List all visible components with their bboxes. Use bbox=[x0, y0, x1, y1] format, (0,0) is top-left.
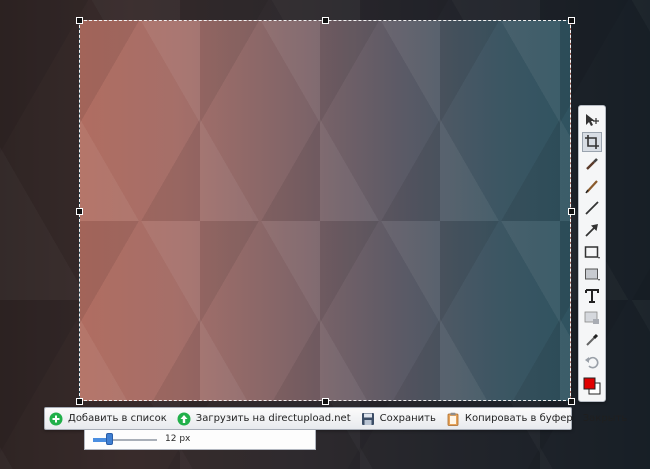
brush-size-slider-thumb[interactable] bbox=[106, 433, 113, 445]
pen-icon[interactable] bbox=[582, 176, 602, 196]
move-icon[interactable] bbox=[582, 110, 602, 130]
action-bar: Добавить в список Загрузить на directupl… bbox=[44, 407, 627, 430]
resize-handle-right[interactable] bbox=[568, 208, 575, 215]
copy-to-clipboard-button[interactable]: Копировать в буфер bbox=[446, 412, 573, 426]
color-swatch-icon[interactable] bbox=[582, 376, 602, 396]
floppy-disk-icon bbox=[361, 412, 375, 426]
close-label: Закрыть bbox=[582, 413, 628, 424]
brush-icon[interactable] bbox=[582, 154, 602, 174]
resize-handle-left[interactable] bbox=[76, 208, 83, 215]
color-picker-icon[interactable] bbox=[582, 330, 602, 350]
tool-panel bbox=[578, 105, 606, 402]
blur-icon[interactable] bbox=[582, 308, 602, 328]
clipboard-icon bbox=[446, 412, 460, 426]
resize-handle-bottom-right[interactable] bbox=[568, 398, 575, 405]
add-to-list-label: Добавить в список bbox=[68, 413, 167, 424]
resize-handle-top-right[interactable] bbox=[568, 17, 575, 24]
resize-handle-top[interactable] bbox=[322, 17, 329, 24]
copy-label: Копировать в буфер bbox=[464, 413, 573, 424]
add-to-list-button[interactable]: Добавить в список bbox=[49, 412, 167, 426]
filled-rectangle-icon[interactable] bbox=[582, 264, 602, 284]
save-button[interactable]: Сохранить bbox=[361, 412, 436, 426]
rectangle-icon[interactable] bbox=[582, 242, 602, 262]
resize-handle-top-left[interactable] bbox=[76, 17, 83, 24]
resize-handle-bottom-left[interactable] bbox=[76, 398, 83, 405]
text-icon[interactable] bbox=[582, 286, 602, 306]
plus-circle-icon bbox=[49, 412, 63, 426]
upload-arrow-icon bbox=[177, 412, 191, 426]
upload-button[interactable]: Загрузить на directupload.net bbox=[177, 412, 351, 426]
capture-selection[interactable] bbox=[79, 20, 571, 401]
brush-size-value: 12 px bbox=[165, 434, 191, 444]
close-button[interactable]: Закрыть bbox=[583, 413, 628, 424]
save-label: Сохранить bbox=[379, 413, 436, 424]
brush-size-panel: 12 px bbox=[84, 430, 316, 450]
arrow-icon[interactable] bbox=[582, 220, 602, 240]
resize-handle-bottom[interactable] bbox=[322, 398, 329, 405]
upload-label: Загрузить на directupload.net bbox=[195, 413, 351, 424]
line-icon[interactable] bbox=[582, 198, 602, 218]
undo-icon[interactable] bbox=[582, 352, 602, 372]
crop-icon[interactable] bbox=[582, 132, 602, 152]
